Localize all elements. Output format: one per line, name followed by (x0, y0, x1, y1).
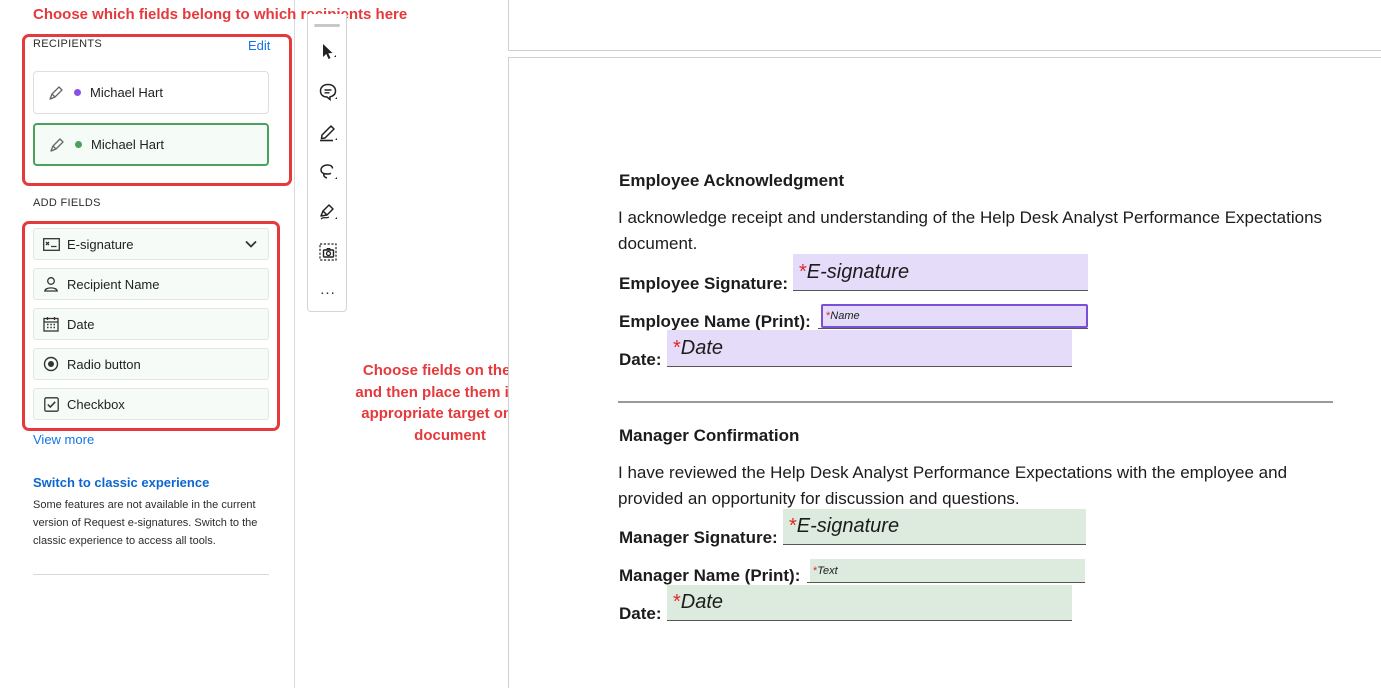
section-divider (618, 401, 1333, 403)
field-placeholder: Text (817, 564, 838, 577)
add-fields-label: ADD FIELDS (33, 197, 101, 209)
employee-name-field[interactable]: * Name (821, 304, 1088, 328)
employee-date-field[interactable]: * Date (667, 330, 1072, 366)
field-label: E-signature (67, 236, 134, 252)
required-mark: * (673, 336, 681, 359)
field-label: Date (67, 316, 95, 332)
manager-date-field[interactable]: * Date (667, 585, 1072, 620)
employee-signature-label: Employee Signature: (619, 274, 789, 293)
recipient-item-2[interactable]: Michael Hart (33, 123, 269, 166)
field-placeholder: Date (680, 591, 724, 613)
employee-signature-field[interactable]: * E-signature (793, 254, 1088, 290)
required-mark: * (673, 591, 681, 613)
field-placeholder: E-signature (796, 515, 900, 537)
field-label: Checkbox (67, 396, 125, 412)
lasso-icon[interactable] (316, 160, 340, 184)
chevron-down-icon[interactable] (244, 237, 258, 251)
recipient-color-dot (74, 89, 81, 96)
recipient-item-1[interactable]: Michael Hart (33, 71, 269, 114)
manager-name-label: Manager Name (Print): (619, 566, 801, 585)
annotation-recipients: Choose which fields belong to which reci… (33, 6, 408, 23)
e-signature-icon (42, 235, 60, 253)
field-placeholder: E-signature (806, 260, 910, 283)
field-radio-button[interactable]: Radio button (33, 348, 269, 380)
left-panel: Choose which fields belong to which reci… (0, 0, 407, 688)
recipient-name: Michael Hart (90, 85, 163, 100)
switch-classic-link[interactable]: Switch to classic experience (33, 475, 209, 490)
signature-line (793, 290, 1088, 291)
highlight-pen-icon[interactable] (316, 120, 340, 144)
recipients-label: RECIPIENTS (33, 38, 103, 50)
field-label: Radio button (67, 356, 141, 372)
checkbox-icon (42, 395, 60, 413)
signature-line (783, 544, 1086, 545)
field-recipient-name[interactable]: Recipient Name (33, 268, 269, 300)
name-line (807, 582, 1085, 583)
employee-paragraph: I acknowledge receipt and understanding … (618, 208, 1323, 253)
view-more-link[interactable]: View more (33, 432, 94, 447)
divider (33, 574, 269, 575)
field-checkbox[interactable]: Checkbox (33, 388, 269, 420)
employee-name-label: Employee Name (Print): (619, 312, 811, 331)
comment-icon[interactable] (316, 80, 340, 104)
recipient-color-dot (75, 141, 82, 148)
employee-heading: Employee Acknowledgment (619, 171, 845, 190)
field-date[interactable]: Date (33, 308, 269, 340)
calendar-icon (42, 315, 60, 333)
edit-recipients-link[interactable]: Edit (248, 38, 270, 53)
field-placeholder: Date (680, 336, 724, 359)
snapshot-icon[interactable] (316, 240, 340, 264)
name-line (818, 328, 1088, 329)
pen-icon (49, 85, 63, 100)
annotation-toolbar: ... (307, 14, 347, 312)
previous-page (508, 0, 1381, 51)
date-line (667, 366, 1072, 367)
more-tools-icon[interactable]: ... (316, 281, 340, 298)
manager-signature-field[interactable]: * E-signature (783, 509, 1086, 544)
manager-name-field[interactable]: * Text (810, 559, 1085, 582)
required-mark: * (799, 260, 807, 283)
manager-date-label: Date: (619, 604, 662, 623)
select-arrow-icon[interactable] (316, 40, 340, 64)
manager-heading: Manager Confirmation (619, 426, 800, 445)
person-icon (42, 275, 60, 293)
recipient-name: Michael Hart (91, 137, 164, 152)
pen-icon (50, 137, 64, 152)
manager-signature-label: Manager Signature: (619, 528, 778, 547)
manager-paragraph: I have reviewed the Help Desk Analyst Pe… (618, 463, 1288, 508)
radio-icon (42, 355, 60, 373)
employee-date-label: Date: (619, 350, 662, 369)
field-placeholder: Name (830, 310, 860, 322)
field-label: Recipient Name (67, 276, 160, 292)
switch-classic-description: Some features are not available in the c… (33, 499, 258, 547)
field-e-signature[interactable]: E-signature (33, 228, 269, 260)
required-mark: * (789, 515, 797, 537)
fill-sign-icon[interactable] (316, 200, 340, 224)
date-line (667, 620, 1072, 621)
toolbar-grip[interactable] (314, 24, 340, 27)
